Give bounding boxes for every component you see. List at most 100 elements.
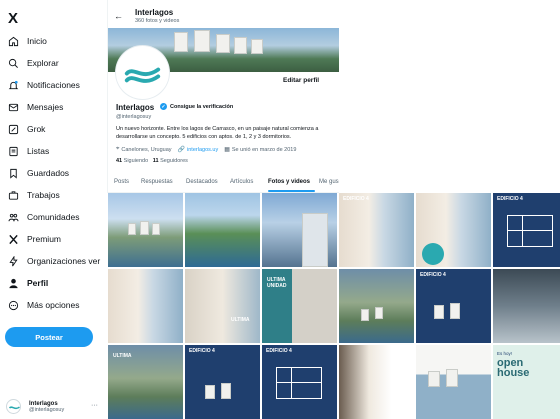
nav-label: Mensajes xyxy=(27,102,64,112)
media-tile[interactable] xyxy=(416,345,491,419)
mail-icon xyxy=(6,100,20,114)
nav-label: Perfil xyxy=(27,278,49,288)
tile-title-text: EDIFICIO 4 xyxy=(189,348,215,354)
nav-item-lists[interactable]: Listas xyxy=(6,142,49,160)
post-button[interactable]: Postear xyxy=(5,327,93,347)
building-shape xyxy=(446,369,458,387)
building-shape xyxy=(128,223,136,235)
nav-label: Organizaciones ver xyxy=(27,256,101,266)
nav-item-explore[interactable]: Explorar xyxy=(6,54,59,72)
bio-line: Un nuevo horizonte. Entre los lagos de C… xyxy=(116,126,319,132)
tab-replies[interactable]: Respuestas xyxy=(141,179,173,185)
nav-label: Más opciones xyxy=(27,300,80,310)
nav-item-communities[interactable]: Comunidades xyxy=(6,208,79,226)
house-word: house xyxy=(497,367,530,379)
account-switcher[interactable]: Interlagos @interlagosuy ··· xyxy=(6,399,100,414)
media-tile[interactable]: ULTIMA UNIDAD xyxy=(262,269,337,343)
website[interactable]: 🔗 interlagos.uy xyxy=(177,146,219,154)
following-link[interactable]: 41 Siguiendo xyxy=(116,158,148,164)
building-shape xyxy=(375,307,383,319)
media-tile[interactable]: ULTIMA xyxy=(108,345,183,419)
header-title: Interlagos xyxy=(135,8,174,17)
website-link[interactable]: interlagos.uy xyxy=(187,147,218,153)
link-icon: 🔗 xyxy=(177,147,186,153)
profile-tabs: Posts Respuestas Destacados Artículos Fo… xyxy=(108,176,339,193)
tab-articles[interactable]: Artículos xyxy=(230,179,253,185)
ultima-text: ULTIMA xyxy=(231,317,250,323)
ultima-sub: UNIDAD xyxy=(267,283,287,289)
building-shape xyxy=(251,39,263,54)
nav-item-jobs[interactable]: Trabajos xyxy=(6,186,60,204)
building-shape xyxy=(450,303,460,319)
get-verified-link[interactable]: ✓ Consigue la verificación xyxy=(160,103,233,110)
floor-plan-shape xyxy=(276,367,322,399)
ultima-text: ULTIMA xyxy=(113,353,132,359)
nav-item-profile[interactable]: Perfil xyxy=(6,274,48,292)
nav-label: Inicio xyxy=(27,36,47,46)
media-tile[interactable]: EDIFICIO 4 xyxy=(416,269,491,343)
tab-highlights[interactable]: Destacados xyxy=(186,179,218,185)
grok-icon xyxy=(6,122,20,136)
x-logo-icon[interactable]: X xyxy=(8,10,18,27)
media-tile[interactable] xyxy=(339,269,414,343)
media-tile[interactable]: EDIFICIO 4 xyxy=(262,345,337,419)
tile-title-text: EDIFICIO 4 xyxy=(266,348,292,354)
profile-avatar[interactable] xyxy=(116,46,169,99)
nav-item-grok[interactable]: Grok xyxy=(6,120,45,138)
building-shape xyxy=(234,37,247,54)
bio-line: desarrollarse un concepto. 5 edificios c… xyxy=(116,134,292,140)
nav-label: Trabajos xyxy=(27,190,60,200)
tab-media[interactable]: Fotos y videos xyxy=(268,179,310,185)
media-tile[interactable] xyxy=(262,193,337,267)
followers-label: Seguidores xyxy=(160,158,188,164)
bookmark-icon xyxy=(6,166,20,180)
search-icon xyxy=(6,56,20,70)
floor-plan-shape xyxy=(507,215,553,247)
media-tile[interactable] xyxy=(108,269,183,343)
location-text: Canelones, Uruguay xyxy=(121,146,172,153)
building-shape xyxy=(302,213,328,267)
follow-counts: 41 Siguiendo 11 Seguidores xyxy=(116,158,188,164)
ultima-tag: ULTIMA xyxy=(231,317,250,323)
joined-text: Se unió en marzo de 2019 xyxy=(231,146,297,153)
media-tile[interactable] xyxy=(185,193,260,267)
followers-link[interactable]: 11 Seguidores xyxy=(153,158,188,164)
location: ⌖ Canelones, Uruguay xyxy=(116,146,172,153)
nav-label: Guardados xyxy=(27,168,70,178)
edit-profile-button[interactable]: Editar perfil xyxy=(283,77,319,84)
back-arrow-icon[interactable]: ← xyxy=(114,11,123,21)
media-tile[interactable]: EDIFICIO 4 xyxy=(493,193,560,267)
bell-icon xyxy=(6,78,20,92)
active-tab-indicator xyxy=(268,190,315,192)
building-shape xyxy=(361,309,369,321)
media-tile[interactable] xyxy=(416,193,491,267)
nav-item-premium[interactable]: Premium xyxy=(6,230,61,248)
nav-item-bookmarks[interactable]: Guardados xyxy=(6,164,69,182)
media-tile[interactable] xyxy=(339,345,414,419)
media-tile[interactable]: EDIFICIO 4 xyxy=(339,193,414,267)
open-house-tag: Es hoy! xyxy=(497,351,513,356)
header-subtitle: 360 fotos y videos xyxy=(135,18,180,24)
nav-item-notifications[interactable]: Notificaciones xyxy=(6,76,80,94)
media-tile[interactable]: EDIFICIO 4 xyxy=(185,345,260,419)
media-tile[interactable]: ULTIMA xyxy=(185,269,260,343)
nav-item-home[interactable]: Inicio xyxy=(6,32,47,50)
location-pin-icon: ⌖ xyxy=(116,146,120,152)
building-shape xyxy=(221,383,231,399)
tab-posts[interactable]: Posts xyxy=(114,179,129,185)
nav-item-messages[interactable]: Mensajes xyxy=(6,98,63,116)
building-shape xyxy=(140,221,149,235)
nav-item-more[interactable]: Más opciones xyxy=(6,296,79,314)
open-house-title: open house xyxy=(497,358,530,379)
media-tile[interactable]: Es hoy! open house xyxy=(493,345,560,419)
tile-title: EDIFICIO 4 xyxy=(189,348,215,354)
profile-meta: ⌖ Canelones, Uruguay 🔗 interlagos.uy ▦ Se u… xyxy=(116,146,302,153)
nav-item-organizations[interactable]: Organizaciones ver xyxy=(6,252,100,270)
brand-badge xyxy=(422,243,444,265)
media-tile[interactable] xyxy=(493,269,560,343)
ultima-tag: ULTIMA UNIDAD xyxy=(267,277,286,289)
following-count: 41 xyxy=(116,158,123,164)
media-tile[interactable] xyxy=(108,193,183,267)
building-shape xyxy=(434,305,444,319)
tab-likes[interactable]: Me gus xyxy=(319,179,339,185)
